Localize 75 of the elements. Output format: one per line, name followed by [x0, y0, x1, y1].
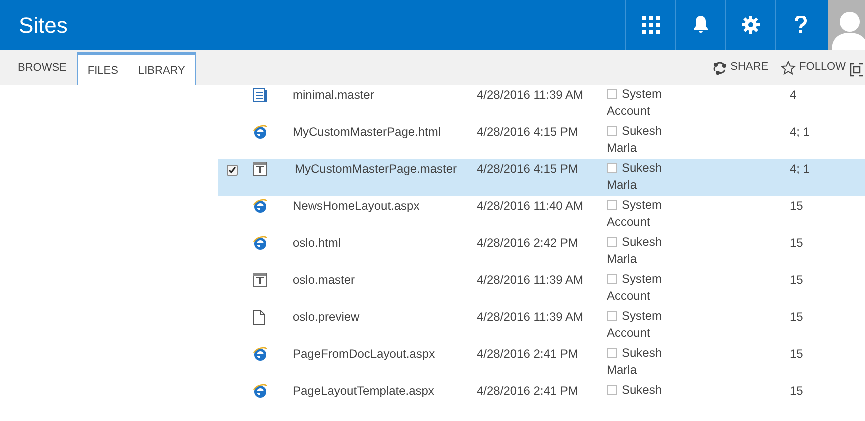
help-icon — [794, 16, 806, 34]
modified-date: 4/28/2016 11:39 AM — [477, 272, 585, 289]
table-cell-text: 15 — [790, 235, 804, 252]
table-cell-text: 4; 1 — [790, 161, 810, 178]
focus-icon[interactable] — [850, 63, 863, 77]
author-name-link[interactable]: System Account — [607, 308, 679, 342]
settings-icon — [742, 16, 760, 34]
file-name-link[interactable]: MyCustomMasterPage.html — [293, 123, 477, 141]
file-name-link[interactable]: oslo.html — [293, 234, 477, 252]
author-name-link[interactable]: Sukesh Marla — [607, 345, 679, 379]
table-cell-text: 15 — [790, 383, 804, 400]
list-row[interactable]: NewsHomeLayout.aspx 4/28/2016 11:40 AM System Account 15 — [218, 196, 865, 233]
modified-date: 4/28/2016 11:39 AM — [477, 87, 585, 104]
author-name-link[interactable]: System Account — [607, 271, 679, 305]
modified-date: 4/28/2016 11:39 AM — [477, 309, 585, 326]
web-page-icon — [253, 236, 268, 251]
web-page-icon — [253, 384, 268, 399]
file-name-link[interactable]: minimal.master — [293, 86, 477, 104]
share-icon — [712, 60, 727, 74]
presence-checkbox-icon — [607, 200, 617, 210]
author-name-link[interactable]: Sukesh Marla — [607, 234, 679, 268]
row-checkbox[interactable] — [226, 165, 238, 176]
star-icon — [780, 60, 796, 74]
modified-date: 4/28/2016 2:41 PM — [477, 346, 580, 363]
author-name-link[interactable]: Sukesh Marla — [607, 160, 679, 194]
author-name-link[interactable]: Sukesh — [607, 382, 679, 399]
presence-checkbox-icon — [607, 237, 617, 247]
file-name-link[interactable]: oslo.preview — [293, 308, 477, 326]
master-page-icon — [253, 162, 267, 176]
table-cell-text: 4 — [790, 87, 797, 104]
presence-checkbox-icon — [607, 274, 617, 284]
bell-icon — [692, 16, 708, 34]
presence-checkbox-icon — [607, 163, 617, 173]
file-name-link[interactable]: NewsHomeLayout.aspx — [293, 197, 477, 215]
list-row[interactable]: oslo.preview 4/28/2016 11:39 AM System Account 15 — [218, 307, 865, 344]
app-launcher-icon — [642, 16, 660, 34]
author-name-link[interactable]: System Account — [607, 86, 679, 120]
site-title[interactable]: Sites — [0, 0, 300, 50]
presence-checkbox-icon — [607, 89, 617, 99]
share-button[interactable]: SHARE — [712, 59, 769, 76]
table-cell-text: 4; 1 — [790, 124, 810, 141]
master-page-icon — [253, 273, 267, 287]
author-name-link[interactable]: System Account — [607, 197, 679, 231]
web-page-icon — [253, 125, 268, 140]
file-name-link[interactable]: PageLayoutTemplate.aspx — [293, 382, 477, 400]
file-name-link[interactable]: PageFromDocLayout.aspx — [293, 345, 477, 363]
list-row[interactable]: oslo.master 4/28/2016 11:39 AM System Account 15 — [218, 270, 865, 307]
presence-checkbox-icon — [607, 311, 617, 321]
ribbon-tab[interactable]: BROWSE — [8, 52, 77, 85]
file-name-link[interactable]: MyCustomMasterPage.master — [295, 160, 477, 178]
modified-date: 4/28/2016 2:42 PM — [477, 235, 580, 252]
list-row[interactable]: PageFromDocLayout.aspx 4/28/2016 2:41 PM Sukesh Marla 15 — [218, 344, 865, 381]
presence-checkbox-icon — [607, 348, 617, 358]
list-row[interactable]: PageLayoutTemplate.aspx 4/28/2016 2:41 PM Sukesh 15 — [218, 381, 865, 418]
modified-date: 4/28/2016 4:15 PM — [477, 161, 580, 178]
table-cell-text: 15 — [790, 198, 804, 215]
presence-checkbox-icon — [607, 385, 617, 395]
modified-date: 4/28/2016 4:15 PM — [477, 124, 580, 141]
web-page-icon — [253, 199, 268, 214]
modified-date: 4/28/2016 2:41 PM — [477, 383, 580, 400]
presence-checkbox-icon — [607, 126, 617, 136]
list-row[interactable]: MyCustomMasterPage.html 4/28/2016 4:15 PM Sukesh Marla 4; 1 — [218, 122, 865, 159]
table-cell-text: 15 — [790, 346, 804, 363]
table-cell-text: 15 — [790, 309, 804, 326]
modified-date: 4/28/2016 11:40 AM — [477, 198, 585, 215]
table-cell-text: 15 — [790, 272, 804, 289]
list-row[interactable]: MyCustomMasterPage.master 4/28/2016 4:15 PM Sukesh Marla 4; 1 — [218, 159, 865, 196]
file-icon — [253, 310, 265, 325]
document-icon — [253, 88, 268, 103]
file-name-link[interactable]: oslo.master — [293, 271, 477, 289]
list-row[interactable]: oslo.html 4/28/2016 2:42 PM Sukesh Marla 15 — [218, 233, 865, 270]
web-page-icon — [253, 347, 268, 362]
list-row[interactable]: minimal.master 4/28/2016 11:39 AM System Account 4 — [218, 85, 865, 122]
author-name-link[interactable]: Sukesh Marla — [607, 123, 679, 157]
follow-button[interactable]: FOLLOW — [780, 59, 846, 76]
